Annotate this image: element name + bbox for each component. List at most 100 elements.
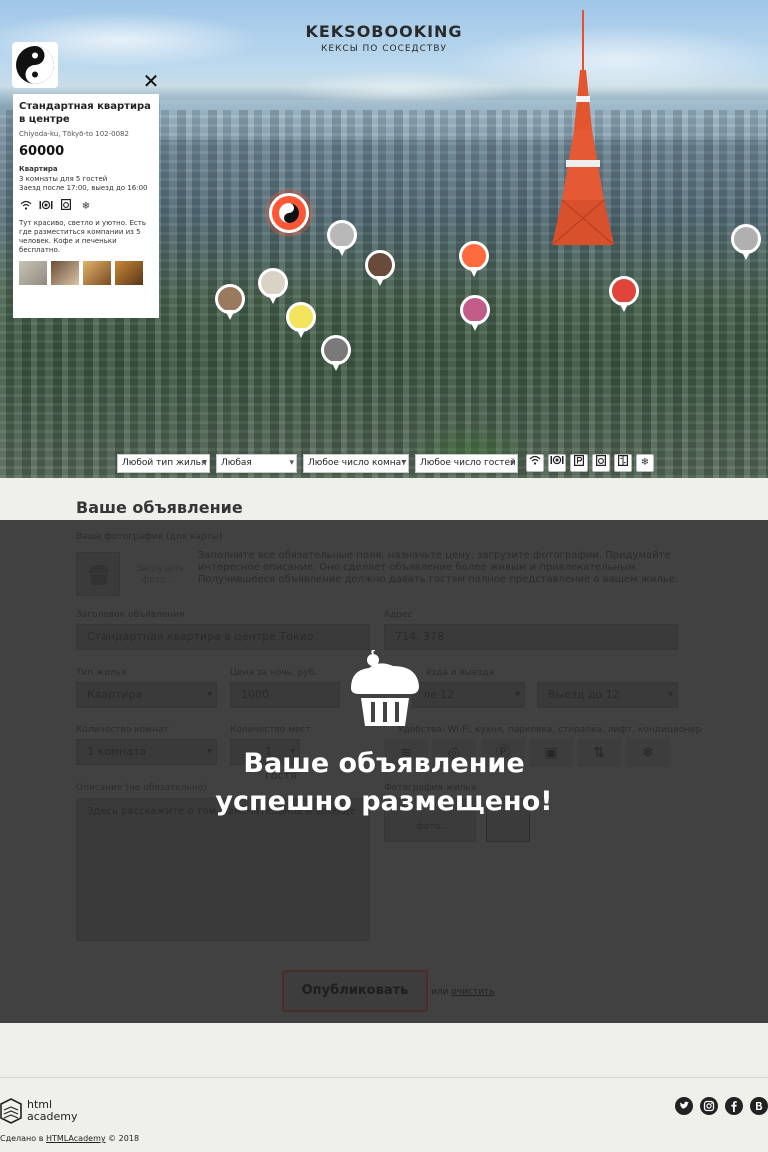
popup-price: 60000 (19, 144, 65, 159)
instagram-icon[interactable] (700, 1097, 718, 1115)
filter-conditioner[interactable]: ❄ (636, 454, 654, 472)
housing-type-filter[interactable]: Любой тип жилья (117, 454, 210, 473)
avatar-upload-button[interactable]: Загрузить фото... (136, 564, 184, 586)
elevator-icon (618, 455, 629, 467)
map-pin[interactable] (731, 224, 761, 262)
conditioner-icon: ❄ (640, 457, 650, 468)
social-links (675, 1097, 768, 1115)
popup-capacity: 3 комнаты для 5 гостей (19, 175, 108, 183)
filter-dishwasher[interactable] (548, 454, 566, 472)
popup-description: Тут красиво, светло и уютно. Есть где ра… (19, 219, 146, 254)
map[interactable]: KEKSOBOOKING КЕКСЫ ПО СОСЕДСТВУ ✕ Станда… (0, 0, 768, 478)
facebook-icon[interactable] (725, 1097, 743, 1115)
popup-features: ❄ (19, 199, 153, 213)
price-filter[interactable]: Любая (216, 454, 297, 473)
map-filters: Любой тип жилья Любая Любое число комнат… (117, 454, 654, 474)
main-pin-disc (269, 193, 309, 233)
map-pin[interactable] (215, 284, 245, 322)
academy-logo-icon (0, 1098, 22, 1124)
ad-popup: Стандартная квартира в центре Chiyoda-ku… (13, 94, 159, 318)
title-input[interactable]: Стандартная квартира в центре Токио (76, 624, 370, 650)
capacity-label: Количество мест (230, 725, 311, 735)
avatar-label: Ваша фотография (для карты) (76, 532, 223, 542)
success-line-1: Ваше объявление (243, 748, 525, 779)
dishwasher-icon (550, 455, 564, 465)
site-tagline: КЕКСЫ ПО СОСЕДСТВУ (320, 44, 448, 54)
photo-thumbnail[interactable] (51, 261, 79, 285)
academy-name-line-2: academy (27, 1110, 78, 1123)
or-label: или (431, 987, 449, 997)
title-label: Заголовок объявления (76, 610, 185, 620)
popup-close-button[interactable]: ✕ (140, 70, 162, 92)
map-pin[interactable] (609, 276, 639, 314)
copyright-year: © 2018 (108, 1134, 140, 1143)
map-pin[interactable] (459, 241, 489, 279)
timein-select[interactable]: ле 12 (412, 682, 525, 708)
copyright: Сделано в HTMLAcademy © 2018 (0, 1134, 139, 1143)
ad-form-overlay: Ваша фотография (для карты) Загрузить фо… (0, 520, 768, 1023)
popup-type: Квартира (19, 165, 58, 173)
copyright-prefix: Сделано в (0, 1134, 44, 1143)
map-pin[interactable] (258, 268, 288, 306)
wifi-icon (529, 455, 541, 465)
yin-yang-icon (16, 46, 54, 84)
avatar-preview (76, 552, 120, 596)
price-input[interactable]: 1000 (230, 682, 340, 708)
twitter-icon[interactable] (675, 1097, 693, 1115)
map-pin[interactable] (460, 295, 490, 333)
dishwasher-icon (39, 200, 53, 213)
html-academy-logo[interactable]: html academy (0, 1096, 84, 1126)
htmlacademy-link[interactable]: HTMLAcademy (46, 1134, 106, 1143)
photo-thumbnail[interactable] (19, 261, 47, 285)
washer-icon (59, 199, 73, 213)
filter-wifi[interactable] (526, 454, 544, 472)
popup-time: Заезд после 17:00, выезд до 16:00 (19, 184, 148, 192)
footer-divider (0, 1077, 768, 1078)
success-message: Ваше объявление успешно размещено! (0, 745, 768, 821)
map-pin[interactable] (365, 250, 395, 288)
address-label: Адрес (384, 610, 413, 620)
rooms-filter[interactable]: Любое число комнат (303, 454, 409, 473)
conditioner-icon: ❄ (81, 200, 91, 212)
features-filter: ❄ (526, 454, 654, 474)
yin-yang-icon (279, 203, 299, 223)
site-logo[interactable]: KEKSOBOOKING (0, 22, 768, 41)
filter-elevator[interactable] (614, 454, 632, 472)
washer-icon (596, 455, 607, 467)
price-label: Цена за ночь, руб. (230, 668, 318, 678)
cupcake-icon (89, 565, 109, 585)
form-heading: Ваше объявление (76, 498, 243, 517)
map-pin[interactable] (327, 220, 357, 258)
wifi-icon (19, 200, 33, 213)
photo-thumbnail[interactable] (115, 261, 143, 285)
popup-title: Стандартная квартира в центре (19, 101, 151, 125)
address-input[interactable]: 714, 378 (384, 624, 678, 650)
map-pin[interactable] (286, 302, 316, 340)
cupcake-icon (351, 650, 419, 726)
popup-photos (19, 261, 153, 285)
parking-icon (574, 455, 585, 467)
map-pin[interactable] (321, 335, 351, 373)
main-pin[interactable] (269, 193, 309, 237)
timein-label: езда и выезда (426, 668, 495, 678)
vk-icon[interactable] (750, 1097, 768, 1115)
success-line-2: успешно размещено! (215, 786, 553, 817)
rooms-label: Количество комнат (76, 725, 169, 735)
form-hint: Заполните все обязательные поля, назначь… (198, 550, 678, 585)
popup-address: Chiyoda-ku, Tōkyō-to 102-0082 (19, 130, 129, 138)
publish-button[interactable]: Опубликовать (282, 970, 428, 1012)
type-select[interactable]: Квартира (76, 682, 217, 708)
features-label: Удобства: Wi-Fi, кухня, парковка, стирал… (398, 725, 702, 735)
type-label: Тип жилья (76, 668, 127, 678)
photos-upload-text: фото... (416, 822, 449, 832)
timeout-select[interactable]: Выезд до 12 (537, 682, 678, 708)
popup-avatar (12, 42, 58, 88)
photo-thumbnail[interactable] (83, 261, 111, 285)
guests-filter[interactable]: Любое число гостей (415, 454, 518, 473)
reset-text: или очистить (431, 987, 495, 997)
reset-link[interactable]: очистить (451, 987, 494, 997)
filter-parking[interactable] (570, 454, 588, 472)
site-header: KEKSOBOOKING КЕКСЫ ПО СОСЕДСТВУ (0, 22, 768, 54)
academy-name: html academy (27, 1099, 78, 1123)
filter-washer[interactable] (592, 454, 610, 472)
